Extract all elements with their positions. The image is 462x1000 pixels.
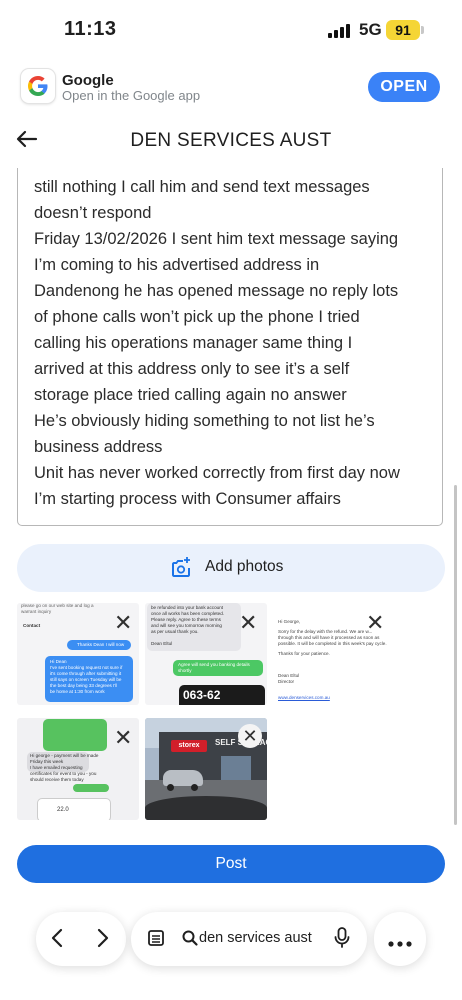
- photo-text: it's come through after submitting it: [50, 671, 122, 676]
- photo-text: certificates for event to you - you: [30, 771, 97, 776]
- photo-text: shortly: [178, 668, 192, 673]
- photo-text: 063-62: [183, 688, 221, 702]
- photo-text: www.denservices.com.au: [278, 695, 330, 700]
- review-line: I’m starting process with Consumer affai…: [34, 490, 341, 508]
- review-line: He’s obviously hiding something to not l…: [34, 412, 375, 430]
- photo-text: I have emailed requesting: [30, 765, 83, 770]
- photo-text: and will see you tomorrow morning: [151, 623, 222, 628]
- review-textarea[interactable]: still nothing I call him and send text m…: [17, 168, 443, 526]
- photo-text: once all works has been completed.: [151, 611, 225, 616]
- photo-text: warrant inquiry: [21, 609, 52, 614]
- photo-text: as per usual thank you.: [151, 629, 199, 634]
- review-line: of phone calls won’t pick up the phone I…: [34, 308, 360, 326]
- network-type: 5G: [359, 20, 382, 39]
- page-title: DEN SERVICES AUST: [130, 130, 332, 151]
- clock: 11:13: [64, 18, 117, 40]
- window: [221, 756, 251, 780]
- open-in-app-button[interactable]: OPEN: [368, 72, 440, 102]
- photo-text: Hi George,: [278, 619, 301, 624]
- photo-text: please go on our web site and log a: [21, 603, 94, 608]
- search-query[interactable]: den services aust: [199, 930, 312, 946]
- signal-icon: [328, 24, 352, 38]
- photo-text: Contact: [23, 623, 41, 628]
- microphone-icon[interactable]: [333, 926, 351, 950]
- photo-text: still says on screen Tuesday will be: [50, 677, 122, 682]
- photo-text: Thanks for your patience.: [278, 651, 330, 656]
- remove-photo-2-icon[interactable]: ✕: [239, 612, 257, 634]
- remove-photo-4-icon[interactable]: ✕: [114, 727, 132, 749]
- photo-text: Director: [278, 679, 295, 684]
- review-line: I’m coming to his advertised address in: [34, 256, 320, 274]
- forward-chevron-icon[interactable]: [92, 926, 112, 950]
- photo-text: Sorry for the delay with the refund. We …: [278, 629, 373, 634]
- review-line: storage place tried calling again no ans…: [34, 386, 347, 404]
- review-line: doesn’t respond: [34, 204, 152, 222]
- photo-text: Dean Eltul: [151, 641, 173, 646]
- review-line: still nothing I call him and send text m…: [34, 178, 370, 196]
- review-line: calling his operations manager same thin…: [34, 334, 353, 352]
- google-app-name: Google: [62, 72, 114, 89]
- photo-text: Friday this week: [30, 759, 64, 764]
- photo-text: should receive them today: [30, 777, 84, 782]
- status-bar: 11:13 5G 91: [0, 0, 462, 62]
- photo-text: Hi Dean: [50, 659, 67, 664]
- scrollbar[interactable]: [454, 485, 457, 825]
- search-icon: [181, 929, 199, 947]
- review-line: Friday 13/02/2026 I sent him text messag…: [34, 230, 399, 248]
- tabs-icon[interactable]: [146, 928, 166, 948]
- photo-text: Please reply. Agree to these terms: [151, 617, 221, 622]
- back-chevron-icon[interactable]: [48, 926, 68, 950]
- photo-text: the best day being 33 degrees I'll: [50, 683, 118, 688]
- photo-text: be refunded into your bank account: [151, 605, 224, 610]
- photo-text: through this and will have it processed …: [278, 635, 380, 640]
- add-photos-label: Add photos: [205, 558, 284, 575]
- more-options-icon[interactable]: [387, 935, 413, 947]
- remove-photo-1-icon[interactable]: ✕: [114, 612, 132, 634]
- google-app-subtitle: Open in the Google app: [62, 88, 201, 103]
- photo-text: I've sent booking request not sure if: [50, 665, 123, 670]
- photo-text: Agree will send you banking details: [178, 662, 250, 667]
- photo-text: possible. It will be completed in this w…: [278, 641, 387, 646]
- battery-icon: 91: [386, 20, 420, 40]
- post-button[interactable]: Post: [17, 845, 445, 883]
- photo-text: Thanks Dean I will now: [77, 642, 125, 647]
- photo-text: Dean Eltul: [278, 673, 300, 678]
- photo-text: Hi george - payment will be made: [30, 753, 99, 758]
- review-line: Unit has never worked correctly from fir…: [34, 464, 400, 482]
- add-photo-icon: [170, 556, 192, 578]
- remove-photo-5-icon[interactable]: ✕: [238, 724, 262, 748]
- clipped-text-line: [34, 168, 434, 170]
- battery-tip: [421, 26, 424, 34]
- review-line: arrived at this address only to see it’s…: [34, 360, 350, 378]
- remove-photo-3-icon[interactable]: ✕: [366, 612, 384, 634]
- photo-text: be home at 1:30 from work: [50, 689, 105, 694]
- storex-logo: storex: [171, 740, 207, 752]
- google-logo-icon: [21, 69, 55, 103]
- dashboard: [145, 796, 267, 820]
- review-line: Dandenong he has opened message no reply…: [34, 282, 399, 300]
- review-line: business address: [34, 438, 163, 456]
- photo-text: 22.0: [57, 807, 69, 813]
